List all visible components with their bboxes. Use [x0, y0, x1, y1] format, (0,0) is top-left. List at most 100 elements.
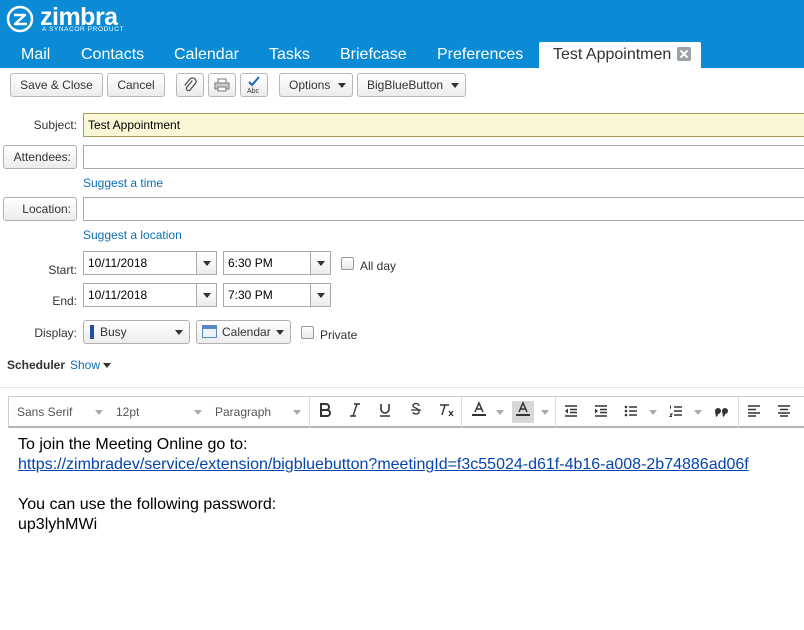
start-time-value: 6:30 PM — [228, 256, 273, 270]
blockquote-button[interactable] — [710, 401, 732, 423]
font-size-select[interactable]: 12pt — [116, 397, 206, 427]
tab-test-appointment[interactable]: Test Appointmen — [539, 42, 702, 68]
calendar-select[interactable]: Calendar — [196, 320, 291, 344]
chevron-down-icon[interactable] — [310, 284, 330, 306]
all-day-label: All day — [360, 259, 397, 273]
start-time-field[interactable]: 6:30 PM — [223, 251, 331, 275]
strikethrough-icon — [411, 402, 421, 415]
block-format-select[interactable]: Paragraph — [215, 397, 305, 427]
font-family-select[interactable]: Sans Serif — [17, 397, 107, 427]
align-center-button[interactable] — [773, 401, 795, 423]
underline-button[interactable] — [374, 401, 396, 423]
indent-button[interactable] — [590, 401, 612, 423]
font-size-value: 12pt — [116, 405, 140, 419]
tab-briefcase[interactable]: Briefcase — [340, 42, 407, 68]
attendees-input[interactable] — [83, 145, 804, 169]
print-button[interactable] — [208, 73, 236, 97]
display-select[interactable]: Busy — [83, 320, 190, 344]
end-date-field[interactable]: 10/11/2018 — [83, 283, 217, 307]
italic-icon — [350, 403, 360, 417]
all-day-checkbox[interactable] — [341, 257, 354, 270]
chevron-down-icon[interactable] — [541, 410, 549, 415]
chevron-down-icon[interactable] — [649, 410, 657, 415]
suggest-location-link[interactable]: Suggest a location — [83, 228, 182, 242]
meeting-link-text[interactable]: https://zimbradev/service/extension/bigb… — [18, 456, 749, 473]
suggest-time-link[interactable]: Suggest a time — [83, 176, 163, 190]
logo-subtext: A SYNACOR PRODUCT — [42, 26, 125, 33]
chevron-down-icon — [293, 410, 301, 415]
save-close-button[interactable]: Save & Close — [10, 73, 103, 97]
bold-button[interactable] — [314, 401, 336, 423]
start-date-value: 10/11/2018 — [88, 256, 148, 270]
chevron-down-icon[interactable] — [196, 284, 216, 306]
text-color-button[interactable] — [468, 401, 490, 423]
body-line-1: To join the Meeting Online go to: — [18, 436, 248, 453]
start-label: Start: — [48, 263, 77, 277]
tab-tasks[interactable]: Tasks — [269, 42, 310, 68]
spellcheck-icon: Abc — [247, 76, 260, 95]
background-color-icon — [516, 401, 530, 416]
location-input[interactable] — [83, 197, 804, 221]
editor-toolbar: Sans Serif 12pt Paragraph — [8, 396, 804, 428]
chevron-down-icon — [276, 330, 284, 335]
chevron-down-icon[interactable] — [310, 252, 330, 274]
numbered-list-button[interactable] — [665, 401, 687, 423]
tab-contacts[interactable]: Contacts — [81, 42, 144, 68]
underline-icon — [380, 404, 390, 417]
chevron-down-icon — [338, 83, 346, 88]
spellcheck-glyph: Abc — [247, 88, 260, 95]
toolbar-separator — [555, 397, 556, 427]
align-left-button[interactable] — [743, 401, 765, 423]
tab-preferences[interactable]: Preferences — [437, 42, 523, 68]
display-value: Busy — [100, 325, 127, 339]
meeting-link[interactable]: https://zimbradev/service/extension/bigb… — [18, 456, 749, 474]
font-family-value: Sans Serif — [17, 405, 73, 419]
chevron-down-icon[interactable] — [694, 410, 702, 415]
clear-formatting-button[interactable] — [436, 401, 458, 423]
scheduler-label: Scheduler — [7, 358, 66, 372]
attendees-button[interactable]: Attendees: — [3, 145, 77, 169]
private-label: Private — [320, 328, 358, 342]
strikethrough-button[interactable] — [405, 401, 427, 423]
chevron-down-icon[interactable] — [496, 410, 504, 415]
start-date-field[interactable]: 10/11/2018 — [83, 251, 217, 275]
outdent-button[interactable] — [560, 401, 582, 423]
block-format-value: Paragraph — [215, 405, 272, 419]
background-color-button[interactable] — [512, 401, 534, 423]
chevron-down-icon[interactable] — [196, 252, 216, 274]
bigbluebutton-dropdown[interactable]: BigBlueButton — [357, 73, 466, 97]
top-bar: zimbra A SYNACOR PRODUCT Mail Contacts C… — [0, 0, 804, 68]
close-icon[interactable] — [677, 47, 692, 61]
subject-input[interactable]: Test Appointment — [83, 113, 804, 137]
private-checkbox[interactable] — [301, 326, 314, 339]
display-label: Display: — [34, 326, 77, 340]
indent-icon — [595, 405, 607, 417]
end-time-field[interactable]: 7:30 PM — [223, 283, 331, 307]
bullet-list-button[interactable] — [620, 401, 642, 423]
calendar-value: Calendar — [222, 325, 271, 339]
cancel-button[interactable]: Cancel — [107, 73, 165, 97]
spellcheck-button[interactable]: Abc — [240, 73, 268, 97]
location-button[interactable]: Location: — [3, 197, 77, 221]
scheduler-show-toggle[interactable]: Show — [70, 358, 112, 372]
attach-button[interactable] — [176, 73, 204, 97]
toolbar-separator — [461, 397, 462, 427]
italic-button[interactable] — [344, 401, 366, 423]
numbered-list-icon — [668, 405, 682, 417]
zimbra-logo-icon — [6, 5, 34, 33]
calendar-icon — [202, 325, 217, 338]
paperclip-icon — [184, 77, 197, 92]
chevron-down-icon — [451, 83, 459, 88]
text-color-icon — [472, 401, 486, 416]
app-tabs: Mail Contacts Calendar Tasks Briefcase P… — [0, 42, 804, 68]
chevron-down-icon — [194, 410, 202, 415]
bigbluebutton-label: BigBlueButton — [367, 78, 444, 92]
options-dropdown[interactable]: Options — [279, 73, 353, 97]
toolbar-separator — [309, 397, 310, 427]
options-label: Options — [289, 78, 331, 92]
section-divider — [0, 387, 804, 388]
body-line-3: You can use the following password: — [18, 496, 277, 513]
tab-calendar[interactable]: Calendar — [174, 42, 239, 68]
bold-icon — [320, 403, 331, 417]
tab-mail[interactable]: Mail — [21, 42, 50, 68]
